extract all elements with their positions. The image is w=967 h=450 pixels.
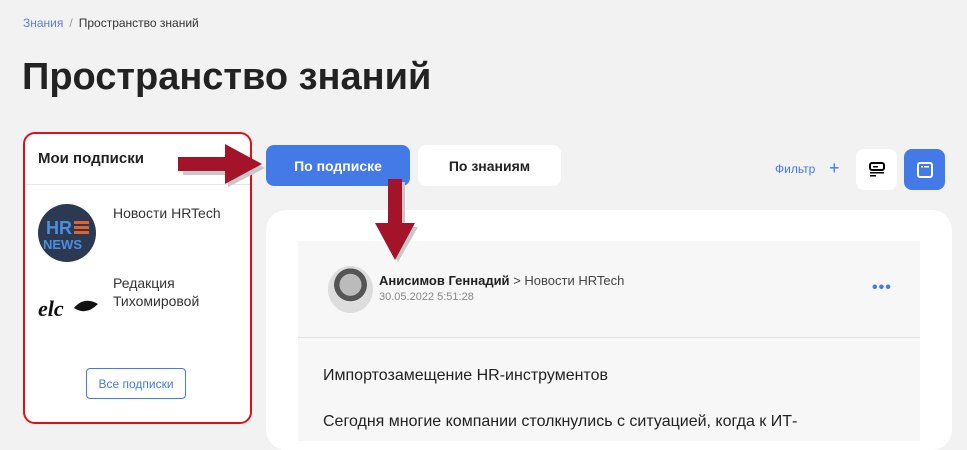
- subscription-item[interactable]: elc Редакция Тихомировой: [38, 274, 199, 332]
- svg-text:NEWS: NEWS: [43, 237, 82, 252]
- filter-link[interactable]: Фильтр: [775, 162, 815, 176]
- post-text: Сегодня многие компании столкнулись с си…: [323, 413, 798, 430]
- breadcrumb-separator: /: [69, 16, 73, 30]
- list-view-button[interactable]: [856, 149, 897, 190]
- page-title: Пространство знаний: [22, 56, 432, 98]
- separator: >: [513, 273, 521, 288]
- card-view-button[interactable]: [904, 149, 945, 190]
- breadcrumb: Знания / Пространство знаний: [23, 16, 199, 30]
- post-author-line: Анисимов Геннадий > Новости HRTech: [379, 273, 624, 288]
- annotation-arrow-right-icon: [178, 144, 265, 187]
- subscription-item[interactable]: HR NEWS Новости HRTech: [38, 204, 221, 262]
- svg-text:HR: HR: [46, 218, 72, 238]
- channel-name[interactable]: Новости HRTech: [524, 273, 624, 288]
- subscription-label: Редакция Тихомировой: [113, 275, 200, 309]
- breadcrumb-root[interactable]: Знания: [23, 16, 63, 30]
- list-view-icon: [868, 161, 885, 176]
- breadcrumb-current: Пространство знаний: [78, 16, 199, 30]
- author-name[interactable]: Анисимов Геннадий: [379, 273, 510, 288]
- post-date: 30.05.2022 5:51:28: [379, 291, 474, 303]
- subscription-label: Новости HRTech: [113, 205, 221, 221]
- all-subscriptions-button[interactable]: Все подписки: [86, 368, 186, 399]
- elc-logo-icon: elc: [38, 296, 98, 321]
- post: Анисимов Геннадий > Новости HRTech 30.05…: [298, 241, 920, 441]
- author-avatar[interactable]: [328, 266, 373, 313]
- card-view-icon: [916, 161, 933, 178]
- add-filter-icon[interactable]: +: [829, 158, 840, 179]
- more-options-icon[interactable]: •••: [872, 279, 892, 297]
- post-title: Импортозамещение HR-инструментов: [323, 367, 608, 384]
- hr-news-logo-icon: HRNEWS: [38, 204, 96, 262]
- subscriptions-title: Мои подписки: [38, 150, 144, 167]
- svg-text:elc: elc: [38, 296, 64, 321]
- tab-by-knowledge[interactable]: По знаниям: [418, 145, 561, 186]
- annotation-arrow-down-icon: [375, 179, 418, 262]
